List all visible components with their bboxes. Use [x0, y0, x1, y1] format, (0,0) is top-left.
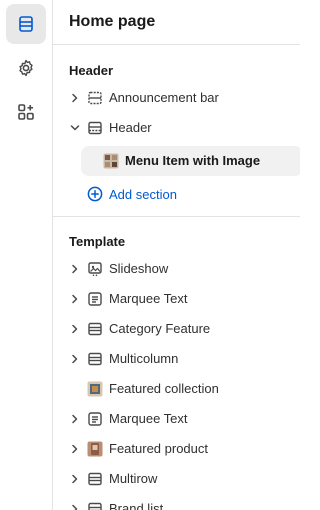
slideshow-icon — [88, 262, 102, 277]
section-item-label: Marquee Text — [109, 291, 188, 306]
section-item-slideshow[interactable]: Slideshow — [53, 255, 300, 283]
chevron-right-icon[interactable] — [69, 263, 81, 275]
section-item-label: Announcement bar — [109, 90, 219, 105]
image-thumb-icon — [103, 153, 119, 169]
section-item-label: Featured product — [109, 441, 209, 456]
section-icon — [88, 91, 102, 105]
section-item-featured-product[interactable]: Featured product — [53, 435, 300, 463]
text-icon — [88, 292, 102, 306]
group-divider — [53, 216, 300, 217]
section-item-marquee-text[interactable]: Marquee Text — [53, 285, 300, 313]
template-group-title: Template — [69, 234, 126, 249]
section-icon — [88, 502, 102, 510]
page-title: Home page — [69, 13, 156, 30]
left-rail — [0, 0, 53, 510]
chevron-right-icon[interactable] — [69, 503, 81, 510]
chevron-right-icon[interactable] — [69, 323, 81, 335]
chevron-right-icon[interactable] — [69, 353, 81, 365]
section-item-category-feature[interactable]: Category Feature — [53, 315, 300, 343]
section-icon — [88, 352, 102, 366]
section-item-label: Multirow — [109, 471, 158, 486]
gear-icon — [19, 59, 33, 77]
chevron-right-icon[interactable] — [69, 413, 81, 425]
section-icon — [88, 322, 102, 336]
section-item-multirow[interactable]: Multirow — [53, 465, 300, 493]
image-thumb-icon — [87, 441, 103, 457]
add-section-label: Add section — [109, 186, 177, 202]
image-thumb-icon — [87, 381, 103, 397]
section-item-label: Category Feature — [109, 321, 211, 336]
chevron-down-icon[interactable] — [69, 122, 81, 134]
section-item-label: Featured collection — [109, 381, 219, 396]
section-item-header[interactable]: Header — [53, 114, 300, 142]
section-item-label: Marquee Text — [109, 411, 188, 426]
apps-icon — [18, 104, 34, 120]
rail-apps-button[interactable] — [6, 92, 46, 132]
add-section-button[interactable]: Add section — [87, 184, 177, 204]
sections-icon — [19, 16, 33, 32]
section-item-label: Brand list — [109, 501, 164, 510]
block-item-label: Menu Item with Image — [125, 153, 261, 168]
rail-sections-button[interactable] — [6, 4, 46, 44]
chevron-right-icon[interactable] — [69, 443, 81, 455]
title-divider — [53, 44, 300, 45]
sections-panel: Home page Header Announcement bar Header… — [53, 0, 300, 510]
plus-circle-icon — [87, 186, 103, 202]
section-item-label: Multicolumn — [109, 351, 179, 366]
text-icon — [88, 412, 102, 426]
block-item-menu-item-with-image[interactable]: Menu Item with Image — [81, 146, 300, 176]
section-icon — [88, 121, 102, 135]
section-item-announcement-bar[interactable]: Announcement bar — [53, 84, 300, 112]
rail-settings-button[interactable] — [6, 48, 46, 88]
section-item-multicolumn[interactable]: Multicolumn — [53, 345, 300, 373]
section-item-marquee-text-2[interactable]: Marquee Text — [53, 405, 300, 433]
section-item-brand-list[interactable]: Brand list — [53, 495, 300, 510]
header-group-title: Header — [69, 63, 114, 78]
chevron-right-icon[interactable] — [69, 473, 81, 485]
chevron-right-icon[interactable] — [69, 92, 81, 104]
chevron-right-icon[interactable] — [69, 293, 81, 305]
section-icon — [88, 472, 102, 486]
section-item-label: Slideshow — [109, 261, 169, 276]
section-item-label: Header — [109, 120, 152, 135]
section-item-featured-collection[interactable]: Featured collection — [53, 375, 300, 403]
